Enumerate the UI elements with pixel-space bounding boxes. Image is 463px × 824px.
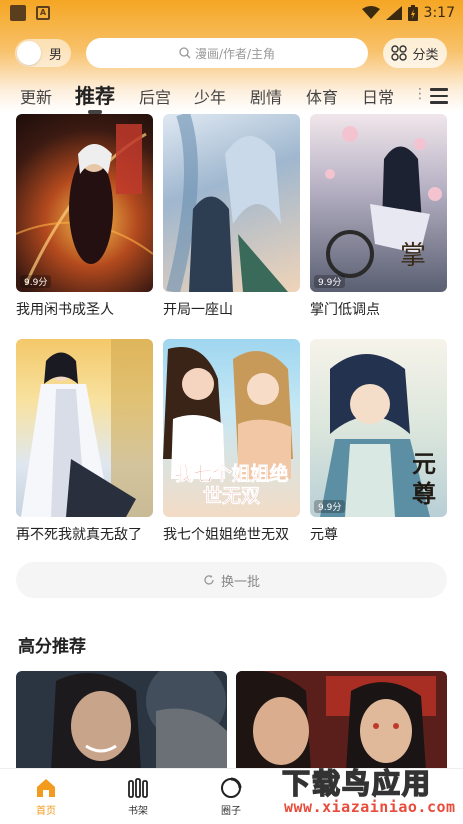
comic-card[interactable]: 元尊 9.9分 元尊 (310, 339, 447, 544)
bookshelf-icon (128, 778, 148, 798)
nav-label: 圈子 (221, 806, 241, 817)
nav-label: 书架 (128, 806, 148, 817)
comic-title: 我用闲书成圣人 (16, 302, 114, 318)
search-input[interactable]: 漫画/作者/主角 (86, 38, 368, 68)
search-placeholder: 漫画/作者/主角 (194, 46, 276, 61)
comic-card[interactable]: 我七个姐姐绝世无双 我七个姐姐绝世无双 (163, 339, 300, 544)
menu-icon[interactable] (430, 88, 448, 104)
comic-cover (16, 339, 153, 517)
a-app-icon: A (36, 6, 50, 20)
tab-more-dots: ⋮ (413, 86, 427, 102)
comic-card[interactable]: 再不死我就真无敌了 (16, 339, 153, 544)
circle-icon (221, 777, 242, 798)
status-time: 3:17 (423, 5, 455, 21)
nav-home[interactable]: 首页 (16, 777, 76, 817)
high-score-card[interactable] (16, 671, 227, 771)
watermark-url: www.xiazainiao.com (284, 798, 456, 816)
header: A 3:17 男 漫画/作者/主角 分类 更新 推荐 后宫 少年 剧情 体育 日… (0, 0, 463, 114)
gender-toggle[interactable]: 男 (15, 39, 71, 67)
category-button[interactable]: 分类 (383, 38, 447, 68)
cover-title-text: 元尊 (412, 449, 436, 508)
gender-label: 男 (49, 47, 63, 63)
signal-icon (385, 6, 402, 20)
comic-card[interactable]: 开局一座山 (163, 114, 300, 319)
home-icon (37, 779, 55, 797)
toggle-knob (17, 41, 41, 65)
tab-sports[interactable]: 体育 (306, 84, 338, 108)
tab-youth[interactable]: 少年 (194, 84, 226, 108)
comic-card[interactable]: 9.9分 我用闲书成圣人 (16, 114, 153, 319)
nav-bookshelf[interactable]: 书架 (108, 777, 168, 817)
comic-cover: 我七个姐姐绝世无双 (163, 339, 300, 517)
comic-score: 9.9分 (314, 275, 346, 288)
battery-charging-icon (407, 5, 418, 21)
tab-update[interactable]: 更新 (20, 84, 52, 108)
comic-title: 开局一座山 (163, 302, 233, 318)
comic-cover (163, 114, 300, 292)
comic-cover: 9.9分 (16, 114, 153, 292)
watermark-text: 下载鸟应用 (281, 766, 433, 801)
high-score-card[interactable] (236, 671, 447, 771)
refresh-label: 换一批 (220, 574, 260, 590)
cover-title-text: 我七个姐姐绝世无双 (174, 463, 289, 508)
comic-cover (236, 671, 447, 771)
category-grid-icon (391, 45, 408, 61)
tab-daily[interactable]: 日常 (362, 84, 394, 108)
app-notification-icon (10, 5, 26, 21)
watermark: 下载鸟应用 www.xiazainiao.com (278, 760, 460, 820)
tab-harem[interactable]: 后宫 (139, 84, 171, 108)
comic-score: 9.9分 (314, 500, 346, 513)
comic-card[interactable]: 掌 9.9分 掌门低调点 (310, 114, 447, 319)
category-label: 分类 (412, 47, 439, 63)
nav-circle[interactable]: 圈子 (201, 777, 261, 817)
search-icon (179, 47, 191, 59)
tab-recommend[interactable]: 推荐 (75, 80, 115, 109)
comic-cover: 元尊 9.9分 (310, 339, 447, 517)
comic-cover: 掌 9.9分 (310, 114, 447, 292)
category-tabs: 更新 推荐 后宫 少年 剧情 体育 日常 ⋮ (0, 80, 463, 114)
wifi-icon (361, 6, 380, 19)
status-bar: A 3:17 (0, 0, 463, 26)
comic-cover (16, 671, 227, 771)
section-title: 高分推荐 (18, 637, 86, 657)
comic-title: 掌门低调点 (310, 302, 380, 318)
cover-title-text: 掌 (400, 241, 426, 271)
refresh-batch-button[interactable]: 换一批 (16, 562, 447, 598)
tab-plot[interactable]: 剧情 (250, 84, 282, 108)
comic-title: 再不死我就真无敌了 (16, 527, 142, 543)
comic-title: 我七个姐姐绝世无双 (163, 527, 289, 543)
comic-title: 元尊 (310, 527, 338, 543)
nav-label: 首页 (36, 806, 56, 817)
comic-score: 9.9分 (20, 275, 52, 288)
refresh-icon (204, 575, 214, 585)
